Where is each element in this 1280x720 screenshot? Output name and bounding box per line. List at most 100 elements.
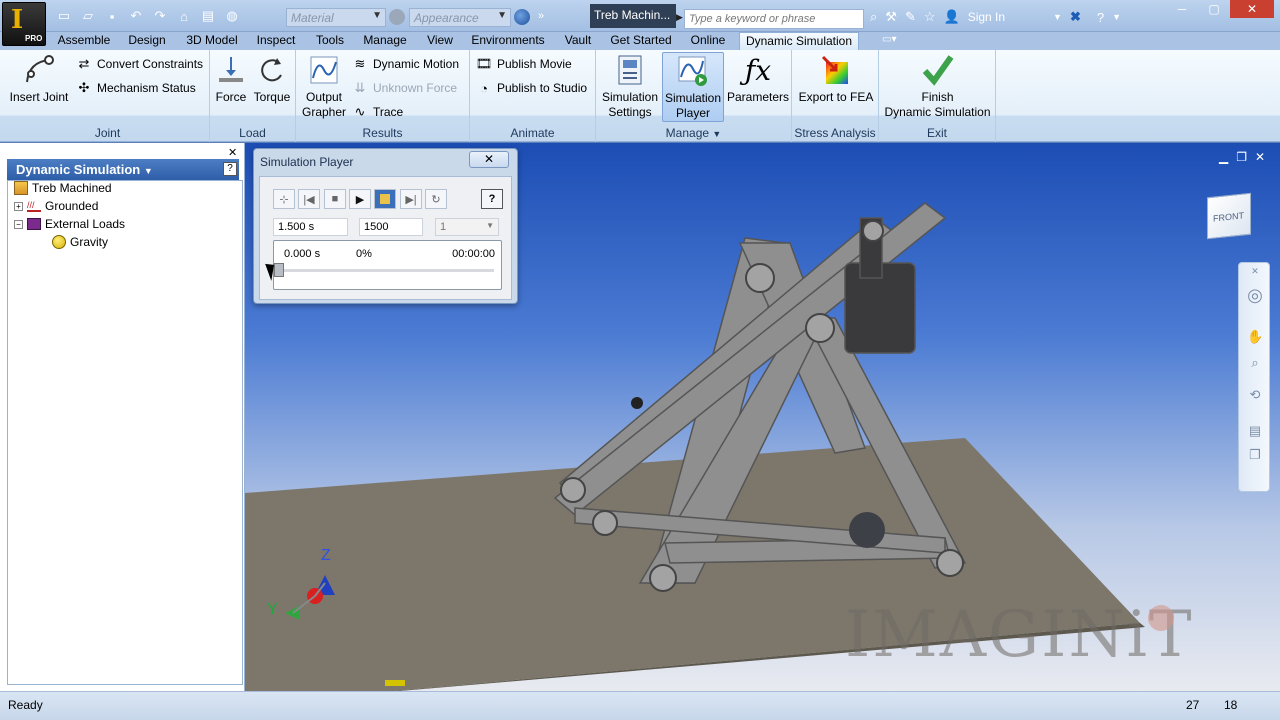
tree-node-gravity[interactable]: Gravity (52, 235, 108, 249)
parameters-button[interactable]: ƒx Parameters (726, 52, 790, 105)
simulation-player-button[interactable]: Simulation Player (662, 52, 724, 122)
assembly-icon (14, 181, 28, 195)
material-combo[interactable]: Material ▼ (286, 8, 386, 27)
output-grapher-label-2: Grapher (301, 105, 347, 119)
screen-refresh-icon[interactable] (374, 189, 396, 209)
home-icon[interactable]: ⌂ (174, 7, 194, 25)
wrench-icon[interactable]: ✎ (905, 9, 916, 25)
pan-hand-icon[interactable]: ✋ (1247, 329, 1263, 345)
select-icon[interactable]: ▤ (198, 7, 218, 25)
tab-assemble[interactable]: Assemble (52, 32, 116, 50)
tab-3d-model[interactable]: 3D Model (180, 32, 244, 50)
zoom-icon[interactable]: ⌕ (1247, 355, 1263, 371)
search-input[interactable]: Type a keyword or phrase (684, 9, 864, 29)
convert-constraints-button[interactable]: ⇄ Convert Constraints (76, 56, 204, 72)
user-icon[interactable]: 👤 (944, 9, 960, 25)
binoculars-icon[interactable]: ⌕ (870, 9, 877, 25)
simulation-settings-button[interactable]: Simulation Settings (598, 52, 662, 120)
publish-studio-label: Publish to Studio (497, 81, 588, 95)
end-icon[interactable]: ▶| (400, 189, 422, 209)
publish-studio-button[interactable]: ◔ Publish to Studio (476, 80, 587, 96)
viewcube[interactable]: FRONT (1207, 192, 1251, 240)
dynamic-motion-button[interactable]: ≋ Dynamic Motion (352, 56, 459, 72)
rewind-icon[interactable]: |◀ (298, 189, 320, 209)
help-icon[interactable]: ? (481, 189, 503, 209)
tab-design[interactable]: Design (124, 32, 170, 50)
force-button[interactable]: Force (212, 52, 250, 105)
sign-in-link[interactable]: Sign In (968, 10, 1005, 24)
close-icon[interactable]: ✕ (1247, 266, 1263, 282)
tab-environments[interactable]: Environments (468, 32, 548, 50)
star-icon[interactable]: ☆ (924, 9, 936, 25)
redo-icon[interactable]: ↷ (150, 7, 170, 25)
orbit-icon[interactable]: ⟲ (1247, 387, 1263, 403)
group-load: Force Torque Load (210, 50, 296, 142)
help-icon[interactable]: ? (223, 162, 237, 176)
chevron-down-icon[interactable]: ▼ (1053, 12, 1062, 22)
steering-wheel-icon[interactable]: ◎ (1247, 285, 1263, 305)
mechanism-status-button[interactable]: ✣ Mechanism Status (76, 80, 196, 96)
new-icon[interactable]: ▭ (54, 7, 74, 25)
undo-icon[interactable]: ↶ (126, 7, 146, 25)
dialog-close-button[interactable]: ✕ (469, 151, 509, 168)
overflow-icon[interactable]: » (538, 10, 544, 22)
look-at-icon[interactable]: ▤ (1247, 423, 1263, 439)
close-icon[interactable]: ✕ (1255, 150, 1265, 164)
tools-icon[interactable]: ⚒ (885, 9, 897, 25)
appearance-combo[interactable]: Appearance ▼ (409, 8, 511, 27)
expander-icon[interactable]: + (14, 201, 23, 211)
view-face-icon[interactable]: ❐ (1247, 447, 1263, 463)
publish-movie-button[interactable]: 🎞 Publish Movie (476, 56, 572, 72)
simulation-player-dialog: Simulation Player ✕ ⊹ |◀ ■ ▶ ▶| ↻ ? 1.50… (253, 148, 518, 304)
torque-button[interactable]: Torque (252, 52, 292, 105)
chevron-down-icon[interactable]: ▼ (1112, 12, 1121, 22)
tab-get-started[interactable]: Get Started (606, 32, 676, 50)
play-icon[interactable]: ▶ (349, 189, 371, 209)
tree-node-root[interactable]: Treb Machined (14, 181, 112, 195)
insert-joint-button[interactable]: Insert Joint (8, 52, 70, 105)
tab-view[interactable]: View (421, 32, 459, 50)
trace-button[interactable]: ∿ Trace (352, 104, 404, 120)
tab-vault[interactable]: Vault (559, 32, 597, 50)
tree-node-external-loads[interactable]: − External Loads (14, 217, 125, 231)
finish-label-1: Finish (921, 90, 954, 104)
play-arrow-icon[interactable]: ▶ (676, 12, 683, 23)
construction-mode-icon[interactable]: ⊹ (273, 189, 295, 209)
open-icon[interactable]: ▱ (78, 7, 98, 25)
export-fea-button[interactable]: Export to FEA (796, 52, 876, 105)
tab-manage[interactable]: Manage (359, 32, 411, 50)
help-icon[interactable]: ? (1097, 10, 1104, 25)
maximize-icon[interactable]: ▢ (1198, 0, 1230, 18)
ribbon-options-icon[interactable]: ▭▾ (882, 34, 908, 47)
unknown-force-button[interactable]: ⇊ Unknown Force (352, 80, 458, 96)
output-grapher-button[interactable]: Output Grapher (298, 52, 350, 120)
mechanism-icon: ✣ (78, 80, 90, 95)
group-label-manage[interactable]: Manage ▼ (596, 124, 791, 141)
application-menu-button[interactable]: I PRO (2, 2, 46, 46)
progress-track (282, 269, 494, 272)
close-icon[interactable]: ✕ (1230, 0, 1274, 18)
exchange-icon[interactable]: ✖ (1070, 9, 1081, 25)
tab-online[interactable]: Online (685, 32, 731, 50)
stop-icon[interactable]: ■ (324, 189, 346, 209)
filter-field[interactable]: 1 ▼ (435, 218, 499, 236)
minimize-icon[interactable]: ▁ (1219, 150, 1228, 164)
tab-dynamic-simulation[interactable]: Dynamic Simulation (739, 32, 859, 50)
globe-icon[interactable] (514, 9, 530, 25)
unknown-force-icon: ⇊ (354, 80, 366, 95)
images-field[interactable]: 1500 (359, 218, 423, 236)
finish-dynamic-simulation-button[interactable]: Finish Dynamic Simulation (881, 52, 994, 120)
close-icon[interactable]: ✕ (228, 146, 237, 159)
expander-icon[interactable]: − (14, 219, 23, 229)
final-time-field[interactable]: 1.500 s (273, 218, 348, 236)
loop-icon[interactable]: ↻ (425, 189, 447, 209)
tree-node-grounded[interactable]: + /// Grounded (14, 199, 98, 213)
tab-tools[interactable]: Tools (311, 32, 349, 50)
save-icon[interactable]: ▪ (102, 7, 122, 25)
output-grapher-label-1: Output (305, 90, 343, 104)
browser-header[interactable]: Dynamic Simulation ▼ (7, 159, 239, 180)
update-icon[interactable]: ◍ (222, 7, 242, 25)
minimize-icon[interactable]: ─ (1166, 0, 1198, 18)
restore-icon[interactable]: ❐ (1236, 150, 1247, 164)
tab-inspect[interactable]: Inspect (251, 32, 301, 50)
